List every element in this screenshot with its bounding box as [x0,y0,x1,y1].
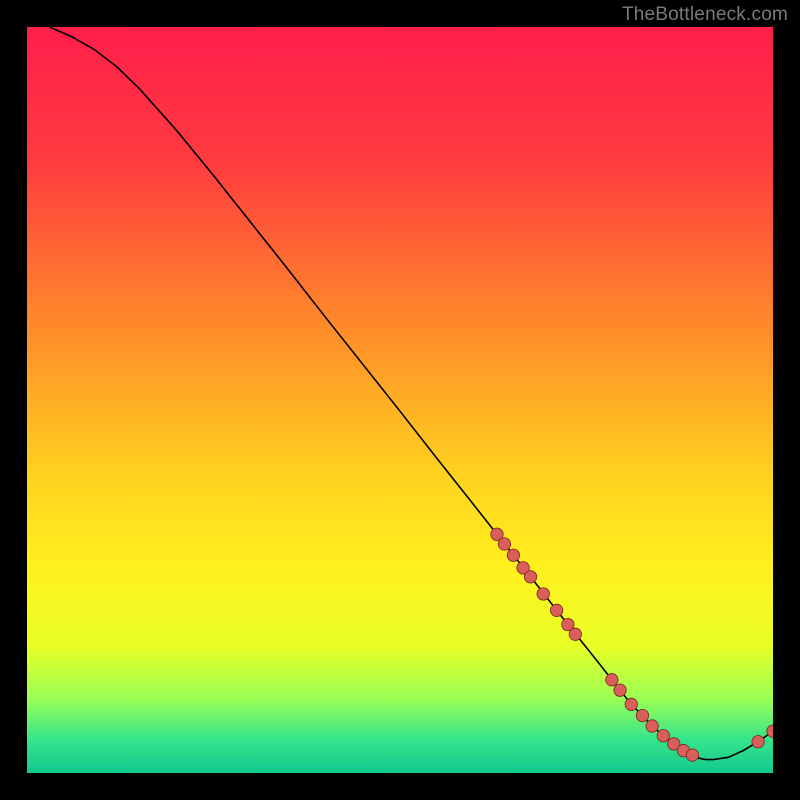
plot-area [27,27,773,773]
curve-marker [752,735,764,747]
curve-marker [606,674,618,686]
curve-marker [686,749,698,761]
chart-svg [27,27,773,773]
watermark-text: TheBottleneck.com [622,4,788,26]
curve-marker [498,538,510,550]
curve-marker [646,720,658,732]
curve-marker [507,549,519,561]
curve-marker [636,709,648,721]
curve-marker [657,730,669,742]
plot-background [27,27,773,773]
curve-marker [524,571,536,583]
curve-marker [550,604,562,616]
curve-marker [537,588,549,600]
curve-marker [569,628,581,640]
curve-marker [625,698,637,710]
chart-stage: TheBottleneck.com [0,0,800,800]
curve-marker [614,684,626,696]
